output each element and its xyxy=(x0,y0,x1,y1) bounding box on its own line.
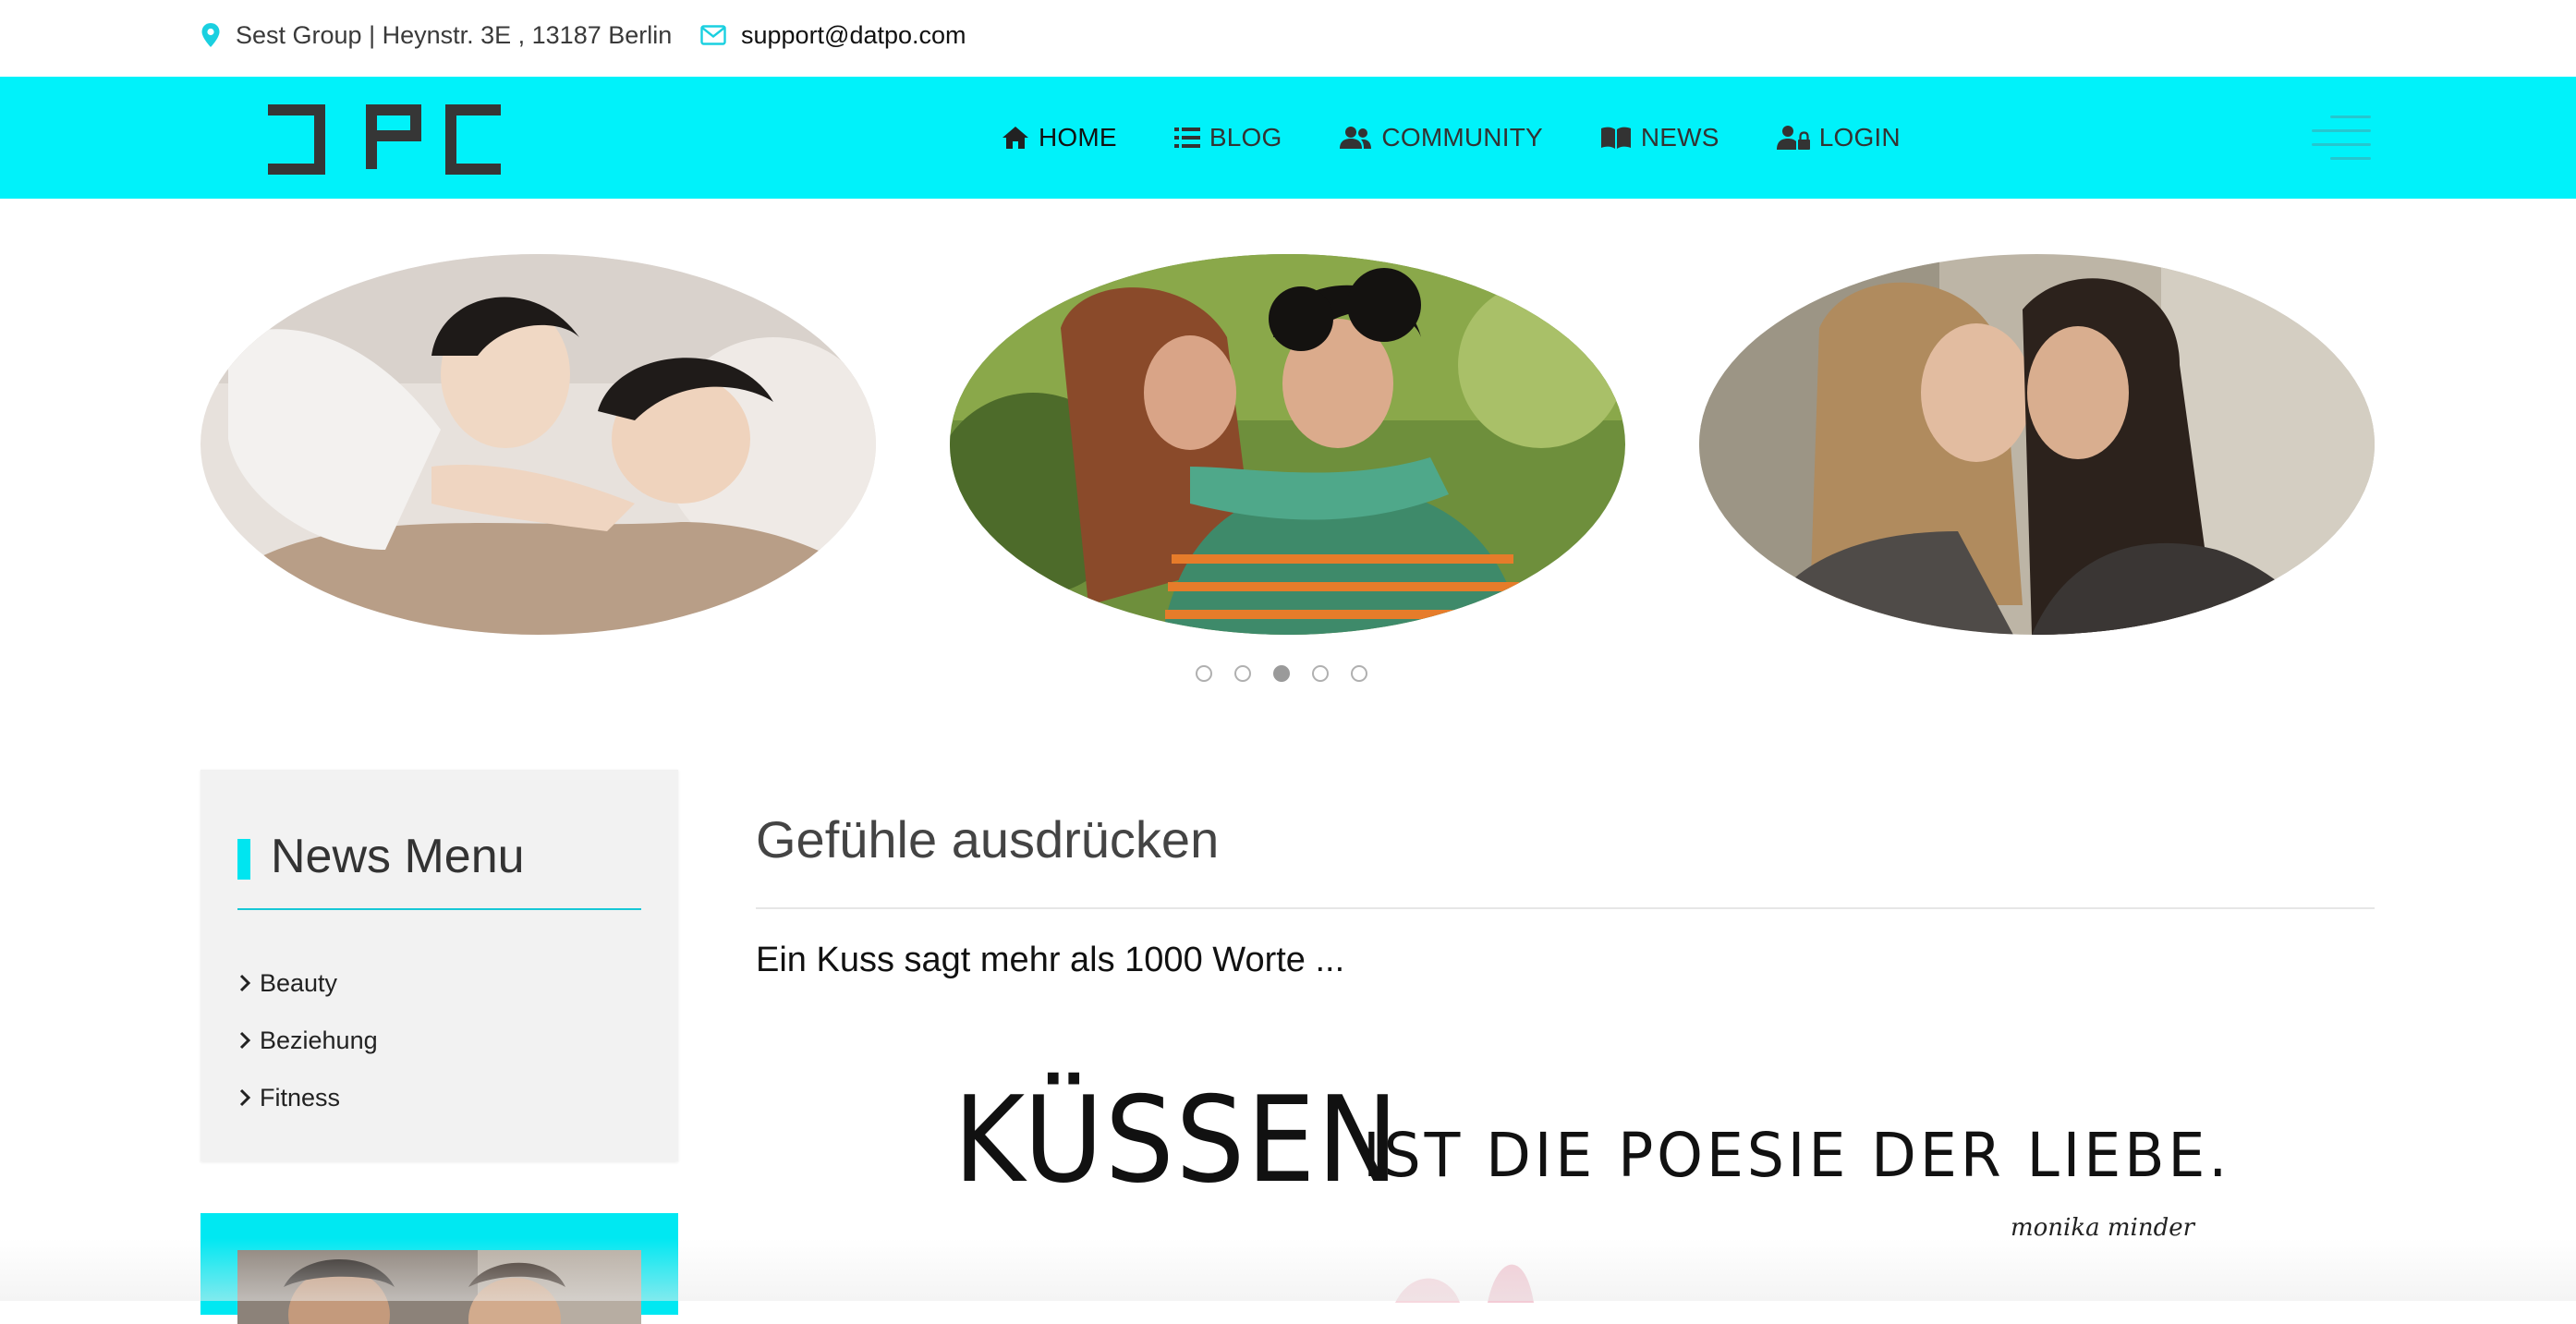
carousel-dot-4[interactable] xyxy=(1312,665,1329,682)
address-text: Sest Group | Heynstr. 3E , 13187 Berlin xyxy=(236,20,673,49)
map-pin-icon xyxy=(201,23,220,47)
news-menu-item-beauty[interactable]: Beauty xyxy=(237,954,607,1012)
main-navbar: HOME BLOG COMMUNITY NEWS LOGIN xyxy=(0,77,2576,199)
hamburger-line xyxy=(2312,129,2371,132)
nav-item-news[interactable]: NEWS xyxy=(1600,123,1719,152)
email-link[interactable]: support@datpo.com xyxy=(741,21,966,50)
news-menu-item-label: Beauty xyxy=(260,968,338,997)
nav-label-blog: BLOG xyxy=(1209,123,1282,152)
user-lock-icon xyxy=(1776,126,1810,150)
email-info[interactable]: support@datpo.com xyxy=(700,18,966,52)
carousel-slide-3[interactable] xyxy=(1699,254,2375,635)
sidebar-promo-panel xyxy=(200,1213,678,1324)
hamburger-line xyxy=(2330,157,2371,160)
chevron-right-icon xyxy=(239,1088,251,1107)
quote-word-kuessen: KÜSSEN xyxy=(954,1072,1401,1209)
quote-author: monika minder xyxy=(2011,1214,2195,1242)
hamburger-menu-button[interactable] xyxy=(2312,114,2371,160)
chevron-right-icon xyxy=(239,974,251,992)
book-icon xyxy=(1600,127,1631,149)
address-info: Sest Group | Heynstr. 3E , 13187 Berlin xyxy=(200,18,672,52)
news-menu-item-label: Fitness xyxy=(260,1083,341,1111)
nav-label-community: COMMUNITY xyxy=(1381,123,1543,152)
news-menu-item-beziehung[interactable]: Beziehung xyxy=(237,1012,607,1069)
nav-item-home[interactable]: HOME xyxy=(1002,123,1117,152)
carousel-dot-3[interactable] xyxy=(1273,665,1290,682)
carousel-dot-5[interactable] xyxy=(1351,665,1367,682)
top-info-bar: Sest Group | Heynstr. 3E , 13187 Berlin … xyxy=(0,0,2576,77)
nav-item-community[interactable]: COMMUNITY xyxy=(1339,123,1543,152)
couple-photo-1 xyxy=(200,254,876,635)
pink-decoration-graphic xyxy=(1395,1264,1534,1303)
kiss-quote-image: KÜSSEN IST DIE POESIE DER LIEBE. monika … xyxy=(942,1072,2227,1303)
home-icon xyxy=(1002,127,1028,149)
carousel-slide-1[interactable] xyxy=(200,254,876,635)
nav-label-login: LOGIN xyxy=(1818,123,1901,152)
list-icon xyxy=(1173,128,1200,148)
quote-text: IST DIE POESIE DER LIEBE. xyxy=(1363,1120,2231,1191)
title-accent-bar xyxy=(237,839,250,880)
carousel-indicators xyxy=(1196,665,1367,682)
envelope-icon xyxy=(700,25,726,45)
news-menu-panel: News Menu Beauty Beziehung Fitness xyxy=(200,770,678,1161)
hamburger-line xyxy=(2330,115,2371,118)
promo-image[interactable] xyxy=(237,1250,641,1324)
promo-photo xyxy=(237,1250,641,1324)
main-menu: HOME BLOG COMMUNITY NEWS LOGIN xyxy=(1002,119,1901,156)
article-subtitle: Ein Kuss sagt mehr als 1000 Worte ... xyxy=(756,941,1345,979)
users-icon xyxy=(1340,127,1372,149)
couple-photo-3 xyxy=(1699,254,2375,635)
nav-label-home: HOME xyxy=(1039,123,1117,152)
carousel-dot-2[interactable] xyxy=(1234,665,1251,682)
news-menu-title: News Menu xyxy=(271,830,525,883)
news-menu-item-label: Beziehung xyxy=(260,1026,378,1054)
article-title-divider xyxy=(756,907,2375,909)
carousel-dot-1[interactable] xyxy=(1196,665,1212,682)
nav-item-login[interactable]: LOGIN xyxy=(1776,123,1901,152)
article-title: Gefühle ausdrücken xyxy=(756,810,1220,868)
nav-label-news: NEWS xyxy=(1640,123,1719,152)
news-menu-item-fitness[interactable]: Fitness xyxy=(237,1069,607,1126)
carousel-slide-2[interactable] xyxy=(950,254,1625,635)
chevron-right-icon xyxy=(239,1031,251,1050)
hamburger-line xyxy=(2312,143,2371,146)
news-menu-list: Beauty Beziehung Fitness xyxy=(237,954,607,1126)
dpc-logo[interactable] xyxy=(268,104,501,175)
nav-item-blog[interactable]: BLOG xyxy=(1173,123,1282,152)
couple-photo-2 xyxy=(950,254,1625,635)
title-divider xyxy=(237,908,641,910)
